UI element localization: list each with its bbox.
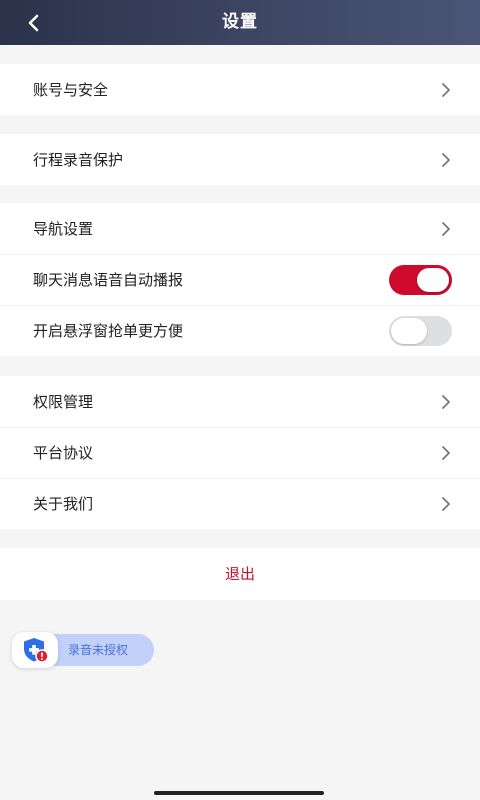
home-indicator[interactable] (154, 791, 324, 795)
row-account-security[interactable]: 账号与安全 (0, 64, 480, 115)
row-label: 账号与安全 (33, 81, 109, 99)
group-navigation: 导航设置 聊天消息语音自动播报 开启悬浮窗抢单更方便 (0, 203, 480, 356)
row-label: 权限管理 (33, 393, 94, 411)
chevron-right-icon (442, 497, 450, 511)
group-trip: 行程录音保护 (0, 134, 480, 185)
toggle-knob (417, 268, 449, 292)
row-label: 关于我们 (33, 495, 94, 513)
voice-broadcast-toggle[interactable] (389, 265, 452, 295)
page-title: 设置 (222, 12, 258, 32)
row-about-us[interactable]: 关于我们 (0, 478, 480, 529)
toggle-knob (391, 318, 427, 344)
chevron-right-icon (442, 83, 450, 97)
row-label: 行程录音保护 (33, 151, 124, 169)
group-misc: 权限管理 平台协议 关于我们 (0, 376, 480, 529)
row-platform-agreement[interactable]: 平台协议 (0, 427, 480, 478)
chevron-right-icon (442, 446, 450, 460)
shield-badge (12, 632, 58, 668)
row-navigation-settings[interactable]: 导航设置 (0, 203, 480, 254)
logout-button[interactable]: 退出 (0, 548, 480, 600)
top-bar: 设置 (0, 0, 480, 45)
row-label: 平台协议 (33, 444, 94, 462)
recording-unauthorized-badge[interactable]: 录音未授权 (12, 632, 154, 668)
chevron-right-icon (442, 222, 450, 236)
shield-alert-icon (24, 638, 49, 663)
chevron-right-icon (442, 395, 450, 409)
row-label: 聊天消息语音自动播报 (33, 271, 184, 289)
chevron-right-icon (442, 153, 450, 167)
row-floating-window: 开启悬浮窗抢单更方便 (0, 305, 480, 356)
row-label: 导航设置 (33, 220, 94, 238)
row-voice-broadcast: 聊天消息语音自动播报 (0, 254, 480, 305)
row-permission-management[interactable]: 权限管理 (0, 376, 480, 427)
row-label: 开启悬浮窗抢单更方便 (33, 322, 184, 340)
recording-status-text: 录音未授权 (68, 643, 129, 657)
row-trip-recording-protection[interactable]: 行程录音保护 (0, 134, 480, 185)
group-account: 账号与安全 (0, 64, 480, 115)
floating-window-toggle[interactable] (389, 316, 452, 346)
